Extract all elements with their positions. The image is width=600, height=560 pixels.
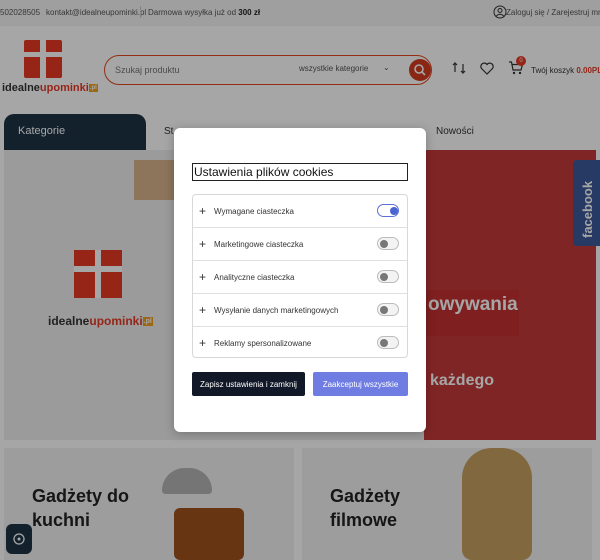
- cookie-option-label: Marketingowe ciasteczka: [214, 240, 304, 249]
- accept-all-button[interactable]: Zaakceptuj wszystkie: [313, 372, 408, 396]
- cookie-option-label: Wymagane ciasteczka: [214, 207, 294, 216]
- toggle-marketing-data[interactable]: [377, 303, 399, 316]
- toggle-knob: [390, 207, 398, 215]
- toggle-analytics[interactable]: [377, 270, 399, 283]
- cookie-option-analytics[interactable]: + Analityczne ciasteczka: [193, 261, 407, 294]
- toggle-personalized-ads[interactable]: [377, 336, 399, 349]
- toggle-marketing[interactable]: [377, 237, 399, 250]
- cookie-options-list: + Wymagane ciasteczka + Marketingowe cia…: [192, 194, 408, 358]
- toggle-required[interactable]: [377, 204, 399, 217]
- toggle-knob: [380, 306, 388, 314]
- plus-icon[interactable]: +: [199, 204, 206, 218]
- cookie-option-marketing-data[interactable]: + Wysyłanie danych marketingowych: [193, 294, 407, 327]
- plus-icon[interactable]: +: [199, 336, 206, 350]
- toggle-knob: [380, 339, 388, 347]
- cookie-option-label: Wysyłanie danych marketingowych: [214, 306, 339, 315]
- plus-icon[interactable]: +: [199, 237, 206, 251]
- cookie-settings-modal: Ustawienia plików cookies + Wymagane cia…: [174, 128, 426, 432]
- save-settings-button[interactable]: Zapisz ustawienia i zamknij: [192, 372, 305, 396]
- toggle-knob: [380, 273, 388, 281]
- cookie-option-label: Reklamy spersonalizowane: [214, 339, 312, 348]
- cookie-option-personalized-ads[interactable]: + Reklamy spersonalizowane: [193, 327, 407, 360]
- cookie-option-required[interactable]: + Wymagane ciasteczka: [193, 195, 407, 228]
- toggle-knob: [380, 240, 388, 248]
- plus-icon[interactable]: +: [199, 303, 206, 317]
- cookie-option-marketing[interactable]: + Marketingowe ciasteczka: [193, 228, 407, 261]
- plus-icon[interactable]: +: [199, 270, 206, 284]
- cookie-option-label: Analityczne ciasteczka: [214, 273, 295, 282]
- modal-title: Ustawienia plików cookies: [192, 163, 408, 181]
